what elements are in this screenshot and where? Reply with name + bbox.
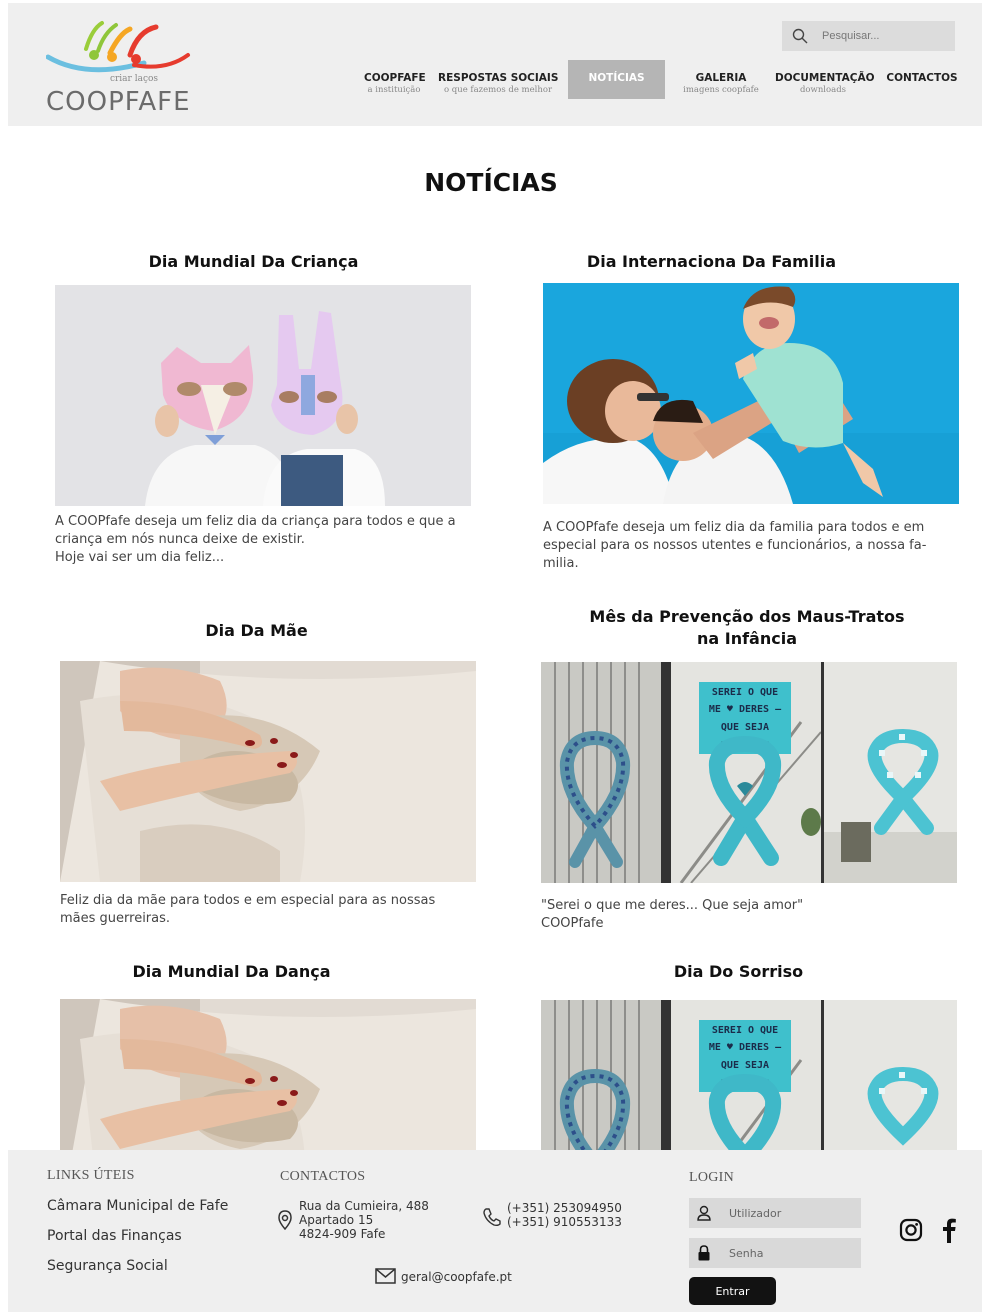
contact-email[interactable]: geral@coopfafe.pt — [401, 1270, 512, 1284]
nav-sublabel: a instituição — [367, 85, 421, 95]
nav-sublabel: imagens coopfafe — [683, 85, 759, 95]
news-title-dia-mundial-danca[interactable]: Dia Mundial Da Dança — [60, 961, 403, 983]
nav-label: RESPOSTAS SOCIAIS — [438, 72, 559, 84]
family-photo — [543, 283, 959, 504]
page-title: NOTÍCIAS — [424, 168, 558, 197]
blue-ribbons-photo: SEREI O QUE ME ♥ DERES – QUE SEJA ♥ AMOR… — [541, 662, 957, 883]
nav-sublabel: downloads — [799, 85, 846, 95]
login-heading: LOGIN — [689, 1170, 735, 1185]
poster-line-2: ME ♥ DERES – — [709, 1042, 782, 1053]
news-title-dia-do-sorriso[interactable]: Dia Do Sorriso — [541, 961, 936, 983]
facebook-icon[interactable] — [941, 1217, 957, 1243]
instagram-icon[interactable] — [899, 1218, 923, 1242]
link-camara-municipal[interactable]: Câmara Municipal de Fafe — [47, 1198, 228, 1214]
news-image-children-masks[interactable] — [55, 285, 471, 506]
nav-label: GALERIA — [695, 72, 747, 84]
contact-address: Rua da Cumieira, 488 Apartado 15 4824-90… — [299, 1199, 429, 1241]
email-icon — [375, 1268, 396, 1284]
contacts-heading: CONTACTOS — [280, 1169, 366, 1184]
nav-item-documentacao[interactable]: DOCUMENTAÇÃO downloads — [775, 60, 875, 98]
site-header: criar laços COOPFAFE COOPFAFE a institui… — [8, 3, 982, 126]
news-title-dia-mundial-crianca[interactable]: Dia Mundial Da Criança — [55, 251, 452, 273]
username-field[interactable] — [689, 1198, 861, 1228]
mother-baby-photo — [60, 999, 476, 1150]
nav-item-respostas-sociais[interactable]: RESPOSTAS SOCIAIS o que fazemos de melho… — [438, 60, 558, 98]
news-image-mother-baby[interactable] — [60, 661, 476, 882]
news-title-dia-da-mae[interactable]: Dia Da Mãe — [60, 620, 453, 642]
nav-item-contactos[interactable]: CONTACTOS — [885, 60, 959, 98]
blue-ribbons-photo: SEREI O QUE ME ♥ DERES – QUE SEJA ♥ AMOR… — [541, 1000, 957, 1150]
poster-line-1: SEREI O QUE — [712, 1025, 778, 1036]
nav-sublabel: o que fazemos de melhor — [443, 85, 553, 95]
login-button[interactable]: Entrar — [689, 1277, 776, 1305]
username-input[interactable] — [729, 1206, 849, 1220]
search-box[interactable] — [782, 21, 955, 51]
news-text-dia-internacional-familia: A COOPfafe deseja um feliz dia da famili… — [543, 520, 927, 571]
poster-line-3: QUE SEJA — [721, 1060, 769, 1071]
main-nav: COOPFAFE a instituição RESPOSTAS SOCIAIS… — [8, 60, 982, 100]
news-text-mes-prevencao-maus-tratos: "Serei o que me deres... Que seja amor" … — [541, 898, 804, 931]
nav-item-coopfafe[interactable]: COOPFAFE a instituição — [364, 60, 426, 98]
mother-baby-photo — [60, 661, 476, 882]
poster-line-2: ME ♥ DERES – — [709, 704, 782, 715]
nav-label: CONTACTOS — [886, 72, 958, 84]
link-portal-financas[interactable]: Portal das Finanças — [47, 1228, 182, 1244]
links-heading: LINKS ÚTEIS — [47, 1168, 135, 1183]
nav-item-galeria[interactable]: GALERIA imagens coopfafe — [679, 60, 763, 98]
site-footer: LINKS ÚTEIS Câmara Municipal de Fafe Por… — [8, 1150, 982, 1312]
search-input[interactable] — [822, 30, 942, 42]
news-text-dia-mundial-crianca: A COOPfafe deseja um feliz dia da crianç… — [55, 514, 456, 565]
children-masks-photo — [55, 285, 471, 506]
contact-phones[interactable]: (+351) 253094950 (+351) 910553133 — [507, 1201, 622, 1229]
news-image-mother-baby-2[interactable] — [60, 999, 476, 1150]
news-title-mes-prevencao-maus-tratos[interactable]: Mês da Prevenção dos Maus-Tratos na Infâ… — [541, 606, 953, 650]
password-field[interactable] — [689, 1238, 861, 1268]
nav-label: DOCUMENTAÇÃO — [775, 72, 875, 84]
user-icon — [697, 1205, 711, 1221]
poster-line-1: SEREI O QUE — [712, 687, 778, 698]
nav-label: NOTÍCIAS — [588, 72, 645, 84]
nav-item-noticias[interactable]: NOTÍCIAS — [568, 60, 665, 99]
news-image-blue-ribbons-2[interactable]: SEREI O QUE ME ♥ DERES – QUE SEJA ♥ AMOR… — [541, 1000, 957, 1150]
search-icon — [792, 28, 808, 44]
link-seguranca-social[interactable]: Segurança Social — [47, 1258, 168, 1274]
news-text-dia-da-mae: Feliz dia da mãe para todos e em especia… — [60, 893, 436, 926]
location-pin-icon — [278, 1210, 292, 1230]
nav-label: COOPFAFE — [364, 72, 426, 84]
lock-icon — [698, 1245, 710, 1261]
phone-icon — [483, 1208, 501, 1227]
password-input[interactable] — [729, 1246, 849, 1260]
news-title-dia-internacional-familia[interactable]: Dia Internaciona Da Familia — [543, 251, 880, 273]
news-image-family[interactable] — [543, 283, 959, 504]
poster-line-3: QUE SEJA — [721, 722, 769, 733]
news-image-blue-ribbons[interactable]: SEREI O QUE ME ♥ DERES – QUE SEJA ♥ AMOR… — [541, 662, 957, 883]
